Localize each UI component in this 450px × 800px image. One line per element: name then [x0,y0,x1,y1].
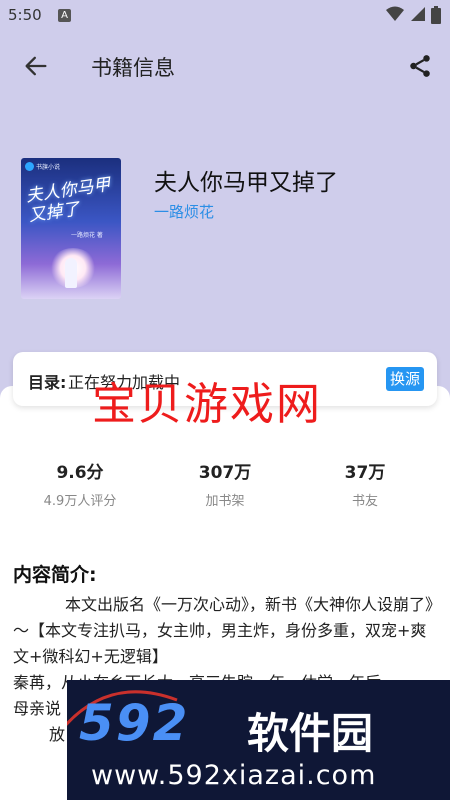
intro-paragraph: 本文出版名《一万次心动》，新书《大神你人设崩了》～【本文专注扒马，女主帅，男主炸… [13,592,439,670]
watermark-brand: 软件园 [247,709,374,758]
switch-source-button[interactable]: 换源 [386,367,424,391]
cover-title: 夫人你马甲又掉了 [24,174,112,227]
wifi-icon [386,6,404,21]
stat-rating: 9.6分 4.9万人评分 [20,458,140,509]
intro-line: 本文出版名《一万次心动》，新书《大神你人设崩了》～【本文专注扒马，女主帅，男主炸… [13,595,434,666]
stat-value: 9.6分 [56,463,104,483]
cover-figure [65,258,77,288]
stat-value: 37万 [344,463,386,483]
share-icon[interactable] [407,53,433,79]
watermark-bottom: 592 软件园 www.592xiazai.com [67,680,450,800]
stat-readers: 37万 书友 [305,458,425,509]
stat-label: 书友 [351,494,378,509]
intro-line: 放 [49,725,66,744]
toc-label: 目录: [28,373,67,392]
watermark-number: 592 [79,694,190,752]
back-arrow-icon[interactable] [22,52,50,80]
notification-icon: A [58,9,71,22]
app-bar: 书籍信息 [0,40,450,92]
watermark-url: www.592xiazai.com [91,760,377,791]
page-title: 书籍信息 [91,56,175,80]
intro-line: 母亲说 [13,699,62,718]
signal-icon [411,7,425,21]
status-time: 5:50 [8,6,42,24]
cover-badge-text: 书旗小说 [36,164,61,171]
book-cover[interactable]: 书旗小说 夫人你马甲又掉了 一路烦花 著 [21,158,121,299]
stat-bookshelf: 307万 加书架 [165,458,285,509]
cover-author: 一路烦花 著 [71,232,103,239]
stat-value: 307万 [198,463,252,483]
book-author[interactable]: 一路烦花 [154,201,214,222]
book-title: 夫人你马甲又掉了 [154,170,338,196]
watermark-center: 宝贝游戏网 [92,379,322,430]
stat-label: 加书架 [205,494,245,509]
stat-label: 4.9万人评分 [43,494,117,509]
cover-badge-icon [25,162,34,171]
battery-icon [431,6,441,24]
intro-title: 内容简介: [13,564,97,586]
status-bar: 5:50 A [0,0,450,32]
